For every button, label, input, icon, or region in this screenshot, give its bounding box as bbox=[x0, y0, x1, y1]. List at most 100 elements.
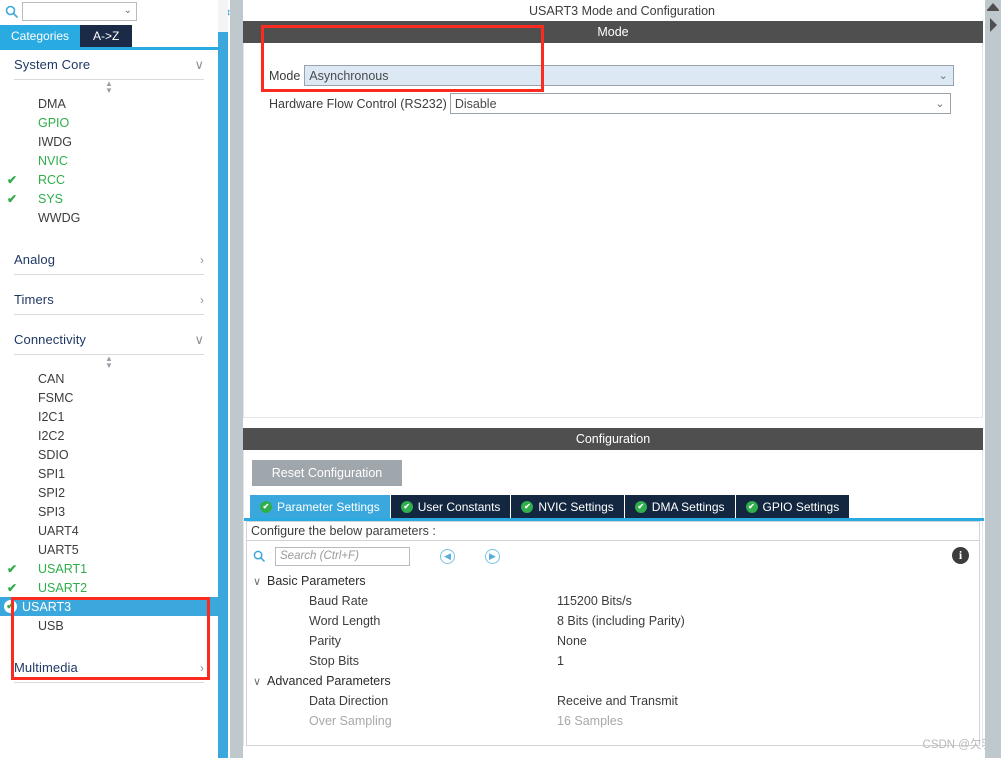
check-placeholder-icon: ✔ bbox=[4, 619, 20, 633]
tab-categories[interactable]: Categories bbox=[0, 25, 81, 47]
info-icon[interactable]: i bbox=[952, 547, 969, 564]
check-placeholder-icon: ✔ bbox=[4, 543, 20, 557]
sidebar-item-i2c2[interactable]: ✔ I2C2 bbox=[0, 426, 218, 445]
sidebar-search-row: ⌄ bbox=[0, 0, 218, 22]
check-circle-icon: ✔ bbox=[4, 600, 17, 613]
tab-a-to-z[interactable]: A->Z bbox=[80, 25, 133, 47]
parameter-search-input[interactable]: Search (Ctrl+F) bbox=[275, 546, 410, 566]
panel-divider[interactable] bbox=[230, 0, 243, 758]
category-header-system-core[interactable]: System Core ∨ bbox=[14, 50, 204, 80]
sidebar-item-dma[interactable]: ✔ DMA bbox=[0, 94, 218, 113]
tab-parameter-settings[interactable]: ✔ Parameter Settings bbox=[250, 495, 390, 518]
param-name: Over Sampling bbox=[309, 714, 392, 728]
sidebar-item-uart4[interactable]: ✔ UART4 bbox=[0, 521, 218, 540]
tab-user-constants[interactable]: ✔ User Constants bbox=[390, 495, 511, 518]
hardware-flow-control-select[interactable]: Disable ⌄ bbox=[449, 93, 951, 114]
sidebar-item-label: RCC bbox=[38, 172, 66, 187]
sidebar-item-rcc[interactable]: ✔ RCC bbox=[0, 170, 218, 189]
check-icon: ✔ bbox=[6, 561, 18, 576]
sidebar-item-gpio[interactable]: ✔ GPIO bbox=[0, 113, 218, 132]
list-spinner[interactable]: ▲ ▼ bbox=[0, 80, 218, 95]
sidebar-item-nvic[interactable]: ✔ NVIC bbox=[0, 151, 218, 170]
tab-gpio-settings[interactable]: ✔ GPIO Settings bbox=[735, 495, 850, 518]
check-circle-icon: ✔ bbox=[745, 500, 758, 513]
sidebar-scrollbar-thumb[interactable] bbox=[218, 32, 228, 758]
sidebar-item-label: IWDG bbox=[38, 134, 73, 149]
sidebar-item-fsmc[interactable]: ✔ FSMC bbox=[0, 388, 218, 407]
param-name: Data Direction bbox=[309, 694, 389, 708]
chevron-right-circle-icon[interactable]: ▶ bbox=[485, 548, 500, 564]
sidebar-item-usb[interactable]: ✔ USB bbox=[0, 616, 218, 635]
sidebar-item-sys[interactable]: ✔ SYS bbox=[0, 189, 218, 208]
parameter-list-area: Search (Ctrl+F) ◀ ▶ i ∨ Basic Parameters B… bbox=[246, 541, 980, 746]
sidebar-scrollbar[interactable] bbox=[218, 0, 228, 758]
list-spinner[interactable]: ▲ ▼ bbox=[0, 354, 218, 370]
check-placeholder-icon: ✔ bbox=[4, 486, 20, 500]
main-scrollbar[interactable] bbox=[985, 0, 1001, 758]
param-row[interactable]: Data Direction Receive and Transmit bbox=[247, 691, 979, 711]
double-chevron-up-icon[interactable] bbox=[986, 0, 1000, 38]
category-header-label: Multimedia bbox=[14, 660, 78, 675]
sidebar-item-spi3[interactable]: ✔ SPI3 bbox=[0, 502, 218, 521]
sidebar-search-combobox[interactable]: ⌄ bbox=[22, 1, 137, 21]
param-name: Stop Bits bbox=[309, 654, 360, 668]
chevron-left-circle-icon[interactable]: ◀ bbox=[440, 548, 455, 564]
param-name: Baud Rate bbox=[309, 594, 369, 608]
tab-nvic-settings[interactable]: ✔ NVIC Settings bbox=[511, 495, 624, 518]
param-row[interactable]: Stop Bits 1 bbox=[247, 651, 979, 671]
sidebar-item-usart2[interactable]: ✔ USART2 bbox=[0, 578, 218, 597]
param-group-advanced-parameters[interactable]: ∨ Advanced Parameters bbox=[247, 671, 979, 691]
sidebar-item-iwdg[interactable]: ✔ IWDG bbox=[0, 132, 218, 151]
check-icon: ✔ bbox=[6, 580, 18, 595]
group-gap bbox=[0, 683, 218, 693]
param-group-basic-parameters[interactable]: ∨ Basic Parameters bbox=[247, 571, 979, 591]
param-row[interactable]: Word Length 8 Bits (including Parity) bbox=[247, 611, 979, 631]
sidebar-item-label: SPI2 bbox=[38, 485, 66, 500]
component-main-panel: USART3 Mode and Configuration Mode Mode … bbox=[243, 0, 1001, 758]
mode-select[interactable]: Asynchronous ⌄ bbox=[304, 65, 955, 86]
category-header-connectivity[interactable]: Connectivity ∨ bbox=[14, 325, 204, 355]
group-gap bbox=[0, 275, 218, 285]
category-header-multimedia[interactable]: Multimedia › bbox=[14, 653, 204, 683]
check-placeholder-icon: ✔ bbox=[4, 505, 20, 519]
category-header-analog[interactable]: Analog › bbox=[14, 245, 204, 275]
tab-label: NVIC Settings bbox=[538, 499, 614, 514]
reset-configuration-button[interactable]: Reset Configuration bbox=[252, 460, 402, 486]
check-circle-icon: ✔ bbox=[260, 500, 272, 513]
category-header-label: Analog bbox=[14, 252, 56, 267]
sidebar-item-spi1[interactable]: ✔ SPI1 bbox=[0, 464, 218, 483]
tab-dma-settings[interactable]: ✔ DMA Settings bbox=[624, 495, 735, 518]
check-placeholder-icon: ✔ bbox=[4, 429, 20, 443]
mode-select-value: Asynchronous bbox=[309, 68, 389, 83]
sidebar-item-spi2[interactable]: ✔ SPI2 bbox=[0, 483, 218, 502]
category-header-timers[interactable]: Timers › bbox=[14, 285, 204, 315]
group-gap bbox=[0, 635, 218, 653]
param-row[interactable]: Over Sampling 16 Samples bbox=[247, 711, 979, 731]
sidebar-item-i2c1[interactable]: ✔ I2C1 bbox=[0, 407, 218, 426]
component-sidebar: ⌄ Categories A->Z System Core ∨ ▲▼ ✔ DMA ✔ GPI… bbox=[0, 0, 218, 758]
sidebar-item-label: GPIO bbox=[38, 115, 70, 130]
check-circle-icon: ✔ bbox=[400, 500, 413, 513]
configuration-tabbar: ✔ Parameter Settings ✔ User Constants ✔ NVIC … bbox=[244, 494, 982, 518]
sidebar-item-usart1[interactable]: ✔ USART1 bbox=[0, 559, 218, 578]
sidebar-item-wwdg[interactable]: ✔ WWDG bbox=[0, 208, 218, 227]
tab-label: DMA Settings bbox=[651, 499, 725, 514]
check-icon: ✔ bbox=[6, 191, 18, 206]
param-row[interactable]: Baud Rate 115200 Bits/s bbox=[247, 591, 979, 611]
check-placeholder-icon: ✔ bbox=[4, 372, 20, 386]
parameter-search-placeholder: Search (Ctrl+F) bbox=[280, 550, 359, 562]
sidebar-item-label: SDIO bbox=[38, 447, 69, 462]
check-placeholder-icon: ✔ bbox=[4, 135, 20, 149]
param-row[interactable]: Parity None bbox=[247, 631, 979, 651]
sidebar-item-usart3[interactable]: ✔ USART3 bbox=[0, 597, 218, 616]
check-placeholder-icon: ✔ bbox=[4, 410, 20, 424]
reset-configuration-wrapper: Reset Configuration bbox=[244, 450, 982, 494]
spinner-icon: ▲ ▼ bbox=[105, 354, 113, 370]
param-value: 1 bbox=[557, 654, 564, 668]
check-circle-icon: ✔ bbox=[634, 500, 647, 513]
param-value: 8 Bits (including Parity) bbox=[557, 614, 685, 628]
check-placeholder-icon: ✔ bbox=[4, 154, 20, 168]
sidebar-item-sdio[interactable]: ✔ SDIO bbox=[0, 445, 218, 464]
sidebar-item-can[interactable]: ✔ CAN bbox=[0, 369, 218, 388]
sidebar-item-uart5[interactable]: ✔ UART5 bbox=[0, 540, 218, 559]
